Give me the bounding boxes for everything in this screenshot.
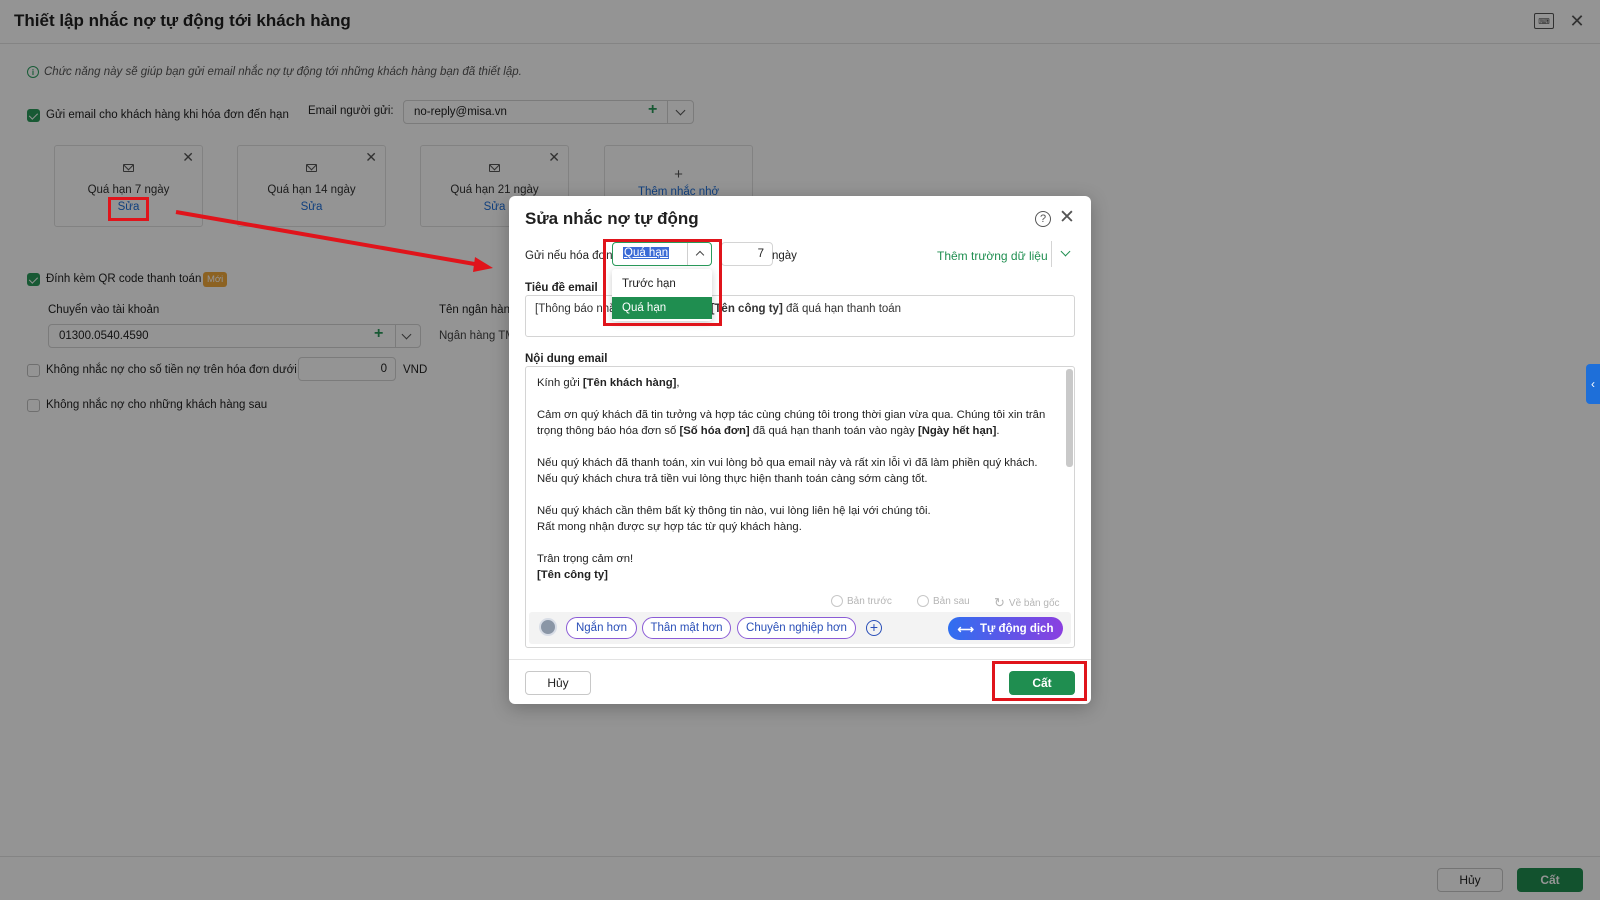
history-original[interactable]: ↻ Về bản gốc (994, 595, 1060, 611)
highlight-box (992, 661, 1087, 701)
highlight-box (603, 239, 722, 326)
history-next-label: Bản sau (933, 595, 970, 607)
body-paragraph-2c: . (996, 425, 1000, 437)
ai-toolbar: Ngắn hơn Thân mật hơn Chuyên nghiệp hơn … (529, 612, 1071, 644)
collapse-panel-tab[interactable]: ‹ (1586, 364, 1600, 404)
dialog-title: Sửa nhắc nợ tự động (525, 209, 699, 228)
dialog-cancel-button[interactable]: Hủy (525, 671, 591, 695)
company-name-tag: [Tên công ty] (537, 569, 608, 581)
redo-icon (917, 595, 929, 607)
scrollbar[interactable] (1066, 369, 1073, 467)
auto-translate-label: Tự động dịch (980, 622, 1054, 635)
divider (509, 659, 1091, 660)
subject-label: Tiêu đề email (525, 282, 598, 294)
divider (1051, 241, 1052, 267)
subject-suffix: đã quá hạn thanh toán (782, 303, 902, 315)
body-closing: Trân trọng cảm ơn! (537, 553, 634, 565)
body-text: Kính gửi [Tên khách hàng], Cảm ơn quý kh… (537, 375, 1052, 599)
help-icon[interactable]: ? (1035, 211, 1051, 227)
customer-name-tag: [Tên khách hàng] (582, 377, 677, 389)
days-unit: ngày (772, 250, 797, 262)
body-paragraph-2b: đã quá hạn thanh toán vào ngày (749, 425, 918, 437)
history-next[interactable]: Bản sau (917, 595, 970, 607)
body-label: Nội dung email (525, 353, 608, 365)
translate-icon: ⟷ (957, 623, 975, 636)
shorter-button[interactable]: Ngắn hơn (566, 617, 637, 639)
annotation-arrow (175, 210, 493, 272)
chevron-down-icon[interactable] (1060, 246, 1071, 257)
body-paragraph-3: Nếu quý khách đã thanh toán, xin vui lòn… (537, 457, 1038, 485)
auto-translate-button[interactable]: ⟷ Tự động dịch (948, 617, 1063, 640)
due-date-tag: [Ngày hết hạn] (917, 425, 997, 437)
body-editor[interactable]: Kính gửi [Tên khách hàng], Cảm ơn quý kh… (525, 366, 1075, 648)
add-option-icon[interactable]: + (866, 620, 882, 636)
undo-icon (831, 595, 843, 607)
refresh-icon: ↻ (994, 595, 1005, 610)
body-greeting: Kính gửi (537, 377, 583, 389)
history-original-label: Về bản gốc (1008, 597, 1060, 609)
condition-label: Gửi nếu hóa đơn (525, 250, 613, 262)
invoice-number-tag: [Số hóa đơn] (679, 425, 750, 437)
history-prev[interactable]: Bản trước (831, 595, 892, 607)
close-icon[interactable]: ✕ (1059, 206, 1075, 229)
more-professional-button[interactable]: Chuyên nghiệp hơn (737, 617, 856, 639)
history-prev-label: Bản trước (847, 595, 892, 607)
body-greeting-end: , (676, 377, 680, 389)
add-field-link[interactable]: Thêm trường dữ liệu (937, 249, 1048, 263)
friendlier-button[interactable]: Thân mật hơn (642, 617, 731, 639)
body-paragraph-4a: Nếu quý khách cần thêm bất kỳ thông tin … (537, 505, 931, 517)
edit-reminder-dialog: Sửa nhắc nợ tự động ? ✕ Gửi nếu hóa đơn … (509, 196, 1091, 704)
body-paragraph-4b: Rất mong nhận được sự hợp tác từ quý khá… (537, 521, 802, 533)
days-input[interactable]: 7 (721, 242, 773, 266)
highlight-box (108, 197, 149, 221)
avatar (539, 618, 557, 636)
